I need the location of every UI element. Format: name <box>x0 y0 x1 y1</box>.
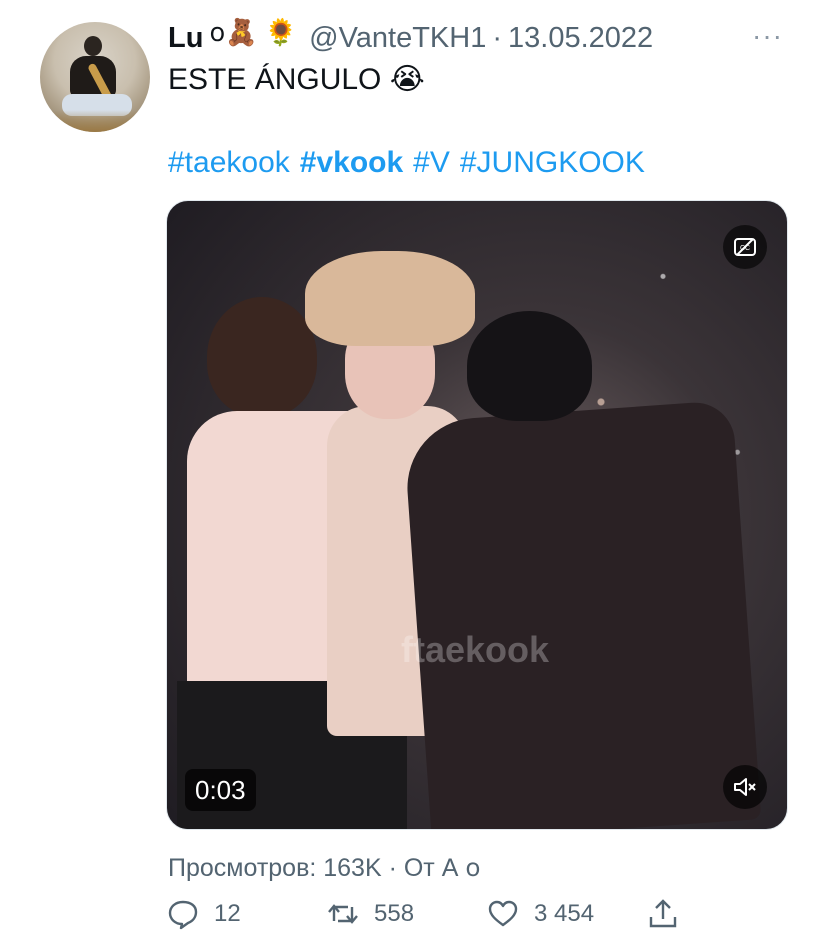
heart-icon <box>488 900 518 927</box>
retweet-icon <box>328 904 358 924</box>
share-button[interactable] <box>646 892 680 936</box>
more-options-icon[interactable]: ··· <box>752 20 783 52</box>
svg-text:CC: CC <box>740 245 750 252</box>
author-handle[interactable]: @VanteTKH1 <box>309 22 486 55</box>
video-timestamp: 0:03 <box>185 769 256 811</box>
avatar-figure-head <box>84 36 102 56</box>
video-person-3-body <box>402 400 762 829</box>
hashtag-link[interactable]: #vkook <box>300 146 403 179</box>
mute-button[interactable] <box>723 765 767 809</box>
header-separator: · <box>492 21 503 54</box>
retweet-count: 558 <box>374 900 415 927</box>
tweet-actions: 12 558 3 454 <box>166 892 686 936</box>
reply-button[interactable]: 12 <box>166 892 241 936</box>
tweet-date[interactable]: 13.05.2022 <box>508 22 653 55</box>
reply-count: 12 <box>214 900 241 927</box>
hashtag-list: #taekook #vkook #V #JUNGKOOK <box>168 143 655 183</box>
retweet-button[interactable]: 558 <box>326 892 414 936</box>
like-count: 3 454 <box>534 900 595 927</box>
video-watermark: ftaekook <box>401 629 550 670</box>
video-person-3-head <box>467 311 592 421</box>
video-person-2-hat <box>305 251 475 346</box>
like-button[interactable]: 3 454 <box>486 892 594 936</box>
share-icon <box>649 899 677 928</box>
hashtag-link[interactable]: #V <box>413 146 450 179</box>
captions-button[interactable]: CC <box>723 225 767 269</box>
reply-icon <box>168 900 198 930</box>
video-person-1-head <box>207 297 317 417</box>
hashtag-link[interactable]: #JUNGKOOK <box>460 146 645 179</box>
mute-icon <box>734 778 756 796</box>
avatar-leaves <box>40 110 150 132</box>
author-name-emojis: ꧆🧸 🌻 <box>209 16 298 47</box>
tweet-text: ESTE ÁNGULO 😭 <box>168 63 425 96</box>
author-name[interactable]: Lu <box>168 22 203 55</box>
tweet-header: Lu ꧆🧸 🌻 @VanteTKH1 · 13.05.2022 <box>168 17 653 58</box>
hashtag-link[interactable]: #taekook <box>168 146 290 179</box>
video-player[interactable]: ftaekook CC 0:03 <box>166 200 788 830</box>
author-avatar[interactable] <box>40 22 150 132</box>
captions-icon: CC <box>734 238 756 256</box>
